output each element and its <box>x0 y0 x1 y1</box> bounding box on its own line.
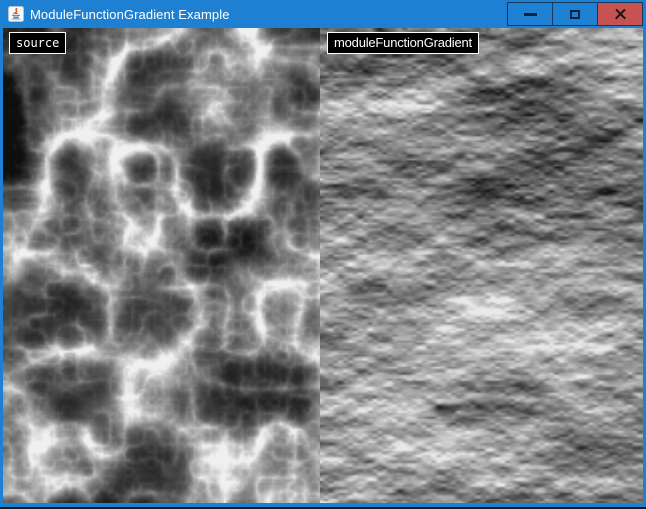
module-function-gradient-image <box>320 28 643 503</box>
window-title: ModuleFunctionGradient Example <box>30 7 230 22</box>
close-icon <box>614 8 627 21</box>
titlebar[interactable]: ModuleFunctionGradient Example <box>0 0 646 28</box>
java-app-icon <box>8 6 24 22</box>
source-label: source <box>9 32 66 54</box>
minimize-icon <box>524 13 537 16</box>
source-image <box>3 28 320 503</box>
module-function-gradient-label-text: moduleFunctionGradient <box>334 35 472 50</box>
maximize-icon <box>570 10 580 19</box>
source-panel: source <box>3 28 320 503</box>
content-area: source moduleFunctionGradient <box>3 28 643 503</box>
minimize-button[interactable] <box>507 2 553 26</box>
source-label-text: source <box>16 36 59 50</box>
close-button[interactable] <box>597 2 643 26</box>
maximize-button[interactable] <box>552 2 598 26</box>
app-window: ModuleFunctionGradient Example source mo… <box>0 0 646 509</box>
module-function-gradient-label: moduleFunctionGradient <box>327 32 479 54</box>
module-function-gradient-panel: moduleFunctionGradient <box>320 28 643 503</box>
window-controls <box>507 2 643 26</box>
